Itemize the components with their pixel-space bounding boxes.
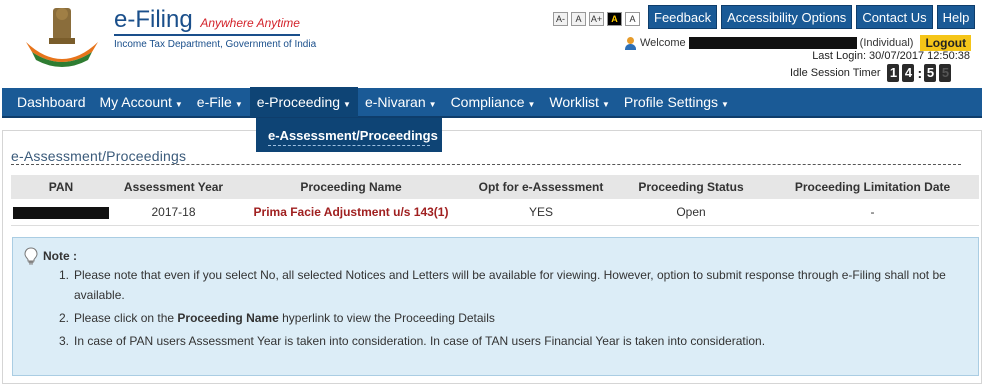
note-text: Please note that even if you select No, … (74, 268, 946, 302)
nav-e-proceeding[interactable]: e-Proceeding ▼ (249, 87, 358, 117)
note-text-bold: Proceeding Name (177, 311, 279, 325)
note-list: 1. Please note that even if you select N… (59, 265, 979, 354)
idle-timer-label: Idle Session Timer (790, 67, 881, 79)
limitation-date-cell: - (766, 199, 979, 226)
list-item: 2. Please click on the Proceeding Name h… (59, 308, 979, 328)
nav-label: e-Proceeding (256, 94, 341, 110)
timer-digit: 5 (924, 64, 937, 82)
user-icon (624, 36, 637, 50)
redacted-pan (13, 206, 109, 219)
table-header-row: PAN Assessment Year Proceeding Name Opt … (11, 175, 979, 199)
title-divider (11, 164, 961, 165)
nav-label: e-File (196, 94, 232, 110)
col-proceeding-status: Proceeding Status (616, 175, 766, 199)
note-text: Please click on the Proceeding Name hype… (74, 308, 979, 328)
col-assessment-year: Assessment Year (111, 175, 236, 199)
nav-profile-settings[interactable]: Profile Settings ▼ (617, 87, 736, 117)
normal-contrast-button[interactable]: A (625, 12, 640, 26)
nav-my-account[interactable]: My Account ▼ (93, 87, 190, 117)
pan-cell (11, 199, 111, 226)
user-type: (Individual) (859, 37, 914, 49)
redacted-username (688, 37, 857, 49)
col-pan: PAN (11, 175, 111, 199)
note-text-pre: Please click on the (74, 311, 178, 325)
font-increase-button[interactable]: A+ (589, 12, 604, 26)
nav-label: Profile Settings (623, 94, 719, 110)
note-text: In case of PAN users Assessment Year is … (74, 334, 766, 348)
col-limitation-date: Proceeding Limitation Date (766, 175, 979, 199)
caret-down-icon: ▼ (527, 100, 536, 109)
emblem-logo[interactable] (22, 2, 102, 70)
col-opt-e-assessment: Opt for e-Assessment (466, 175, 616, 199)
note-number: 3. (59, 334, 70, 348)
contact-us-button[interactable]: Contact Us (856, 5, 933, 29)
brand-title[interactable]: e-Filing (114, 6, 193, 33)
logout-button[interactable]: Logout (920, 35, 972, 51)
nav-label: Dashboard (17, 94, 86, 110)
table-row: 2017-18 Prima Facie Adjustment u/s 143(1… (11, 199, 979, 226)
nav-label: Compliance (450, 94, 525, 110)
welcome-row: Welcome (Individual) Logout (624, 35, 972, 51)
caret-down-icon: ▼ (174, 100, 183, 109)
col-proceeding-name: Proceeding Name (236, 175, 466, 199)
main-nav: Dashboard My Account ▼ e-File ▼ e-Proceedi… (2, 87, 982, 118)
nav-compliance[interactable]: Compliance ▼ (444, 87, 543, 117)
note-text-post: hyperlink to view the Proceeding Details (278, 311, 495, 325)
nav-worklist[interactable]: Worklist ▼ (542, 87, 616, 117)
top-links: Feedback Accessibility Options Contact U… (648, 5, 976, 29)
caret-down-icon: ▼ (428, 100, 437, 109)
nav-dashboard[interactable]: Dashboard (10, 87, 93, 117)
timer-digit: 1 (887, 64, 900, 82)
font-normal-button[interactable]: A (571, 12, 586, 26)
note-number: 1. (59, 268, 70, 282)
feedback-button[interactable]: Feedback (648, 5, 718, 29)
opt-e-assessment-cell: YES (466, 199, 616, 226)
nav-e-nivaran[interactable]: e-Nivaran ▼ (358, 87, 444, 117)
note-number: 2. (59, 311, 70, 325)
font-decrease-button[interactable]: A- (553, 12, 568, 26)
nav-label: Worklist (549, 94, 599, 110)
site-header: e-Filing Anywhere Anytime Income Tax Dep… (0, 0, 990, 88)
caret-down-icon: ▼ (721, 100, 729, 109)
caret-down-icon: ▼ (601, 100, 610, 109)
last-login: Last Login: 30/07/2017 12:50:38 (812, 50, 970, 62)
brand-subtitle: Income Tax Department, Government of Ind… (114, 39, 317, 50)
main-content: e-Assessment/Proceedings PAN Assessment … (2, 130, 982, 384)
caret-down-icon: ▼ (343, 100, 351, 109)
list-item: 3. In case of PAN users Assessment Year … (59, 331, 979, 351)
e-proceeding-dropdown: e-Assessment/Proceedings (256, 118, 442, 152)
help-button[interactable]: Help (936, 5, 976, 29)
timer-digit: 4 (902, 64, 915, 82)
brand-tagline: Anywhere Anytime (200, 16, 300, 30)
accessibility-options-button[interactable]: Accessibility Options (721, 5, 853, 29)
assessment-year-cell: 2017-18 (111, 199, 236, 226)
nav-e-file[interactable]: e-File ▼ (190, 87, 250, 117)
brand: e-Filing Anywhere Anytime (114, 6, 300, 34)
font-size-controls: A- A A+ A A (553, 12, 640, 26)
timer-separator: : (917, 65, 923, 81)
high-contrast-button[interactable]: A (607, 12, 622, 26)
proceeding-name-link[interactable]: Prima Facie Adjustment u/s 143(1) (236, 199, 466, 226)
proceedings-table: PAN Assessment Year Proceeding Name Opt … (11, 175, 979, 226)
note-title: Note : (43, 249, 77, 263)
idle-session-timer: Idle Session Timer 1 4 : 5 5 (790, 64, 952, 82)
brand-divider (114, 34, 300, 36)
proceeding-status-cell: Open (616, 199, 766, 226)
note-box: Note : 1. Please note that even if you s… (12, 237, 979, 376)
list-item: 1. Please note that even if you select N… (59, 265, 979, 305)
timer-digit: 5 (939, 64, 952, 82)
lightbulb-icon (24, 247, 38, 265)
welcome-label: Welcome (640, 37, 686, 49)
menu-item-e-assessment-proceedings[interactable]: e-Assessment/Proceedings (268, 128, 438, 146)
nav-label: My Account (99, 94, 172, 110)
caret-down-icon: ▼ (234, 100, 243, 109)
nav-label: e-Nivaran (364, 94, 426, 110)
page-title: e-Assessment/Proceedings (11, 148, 187, 164)
